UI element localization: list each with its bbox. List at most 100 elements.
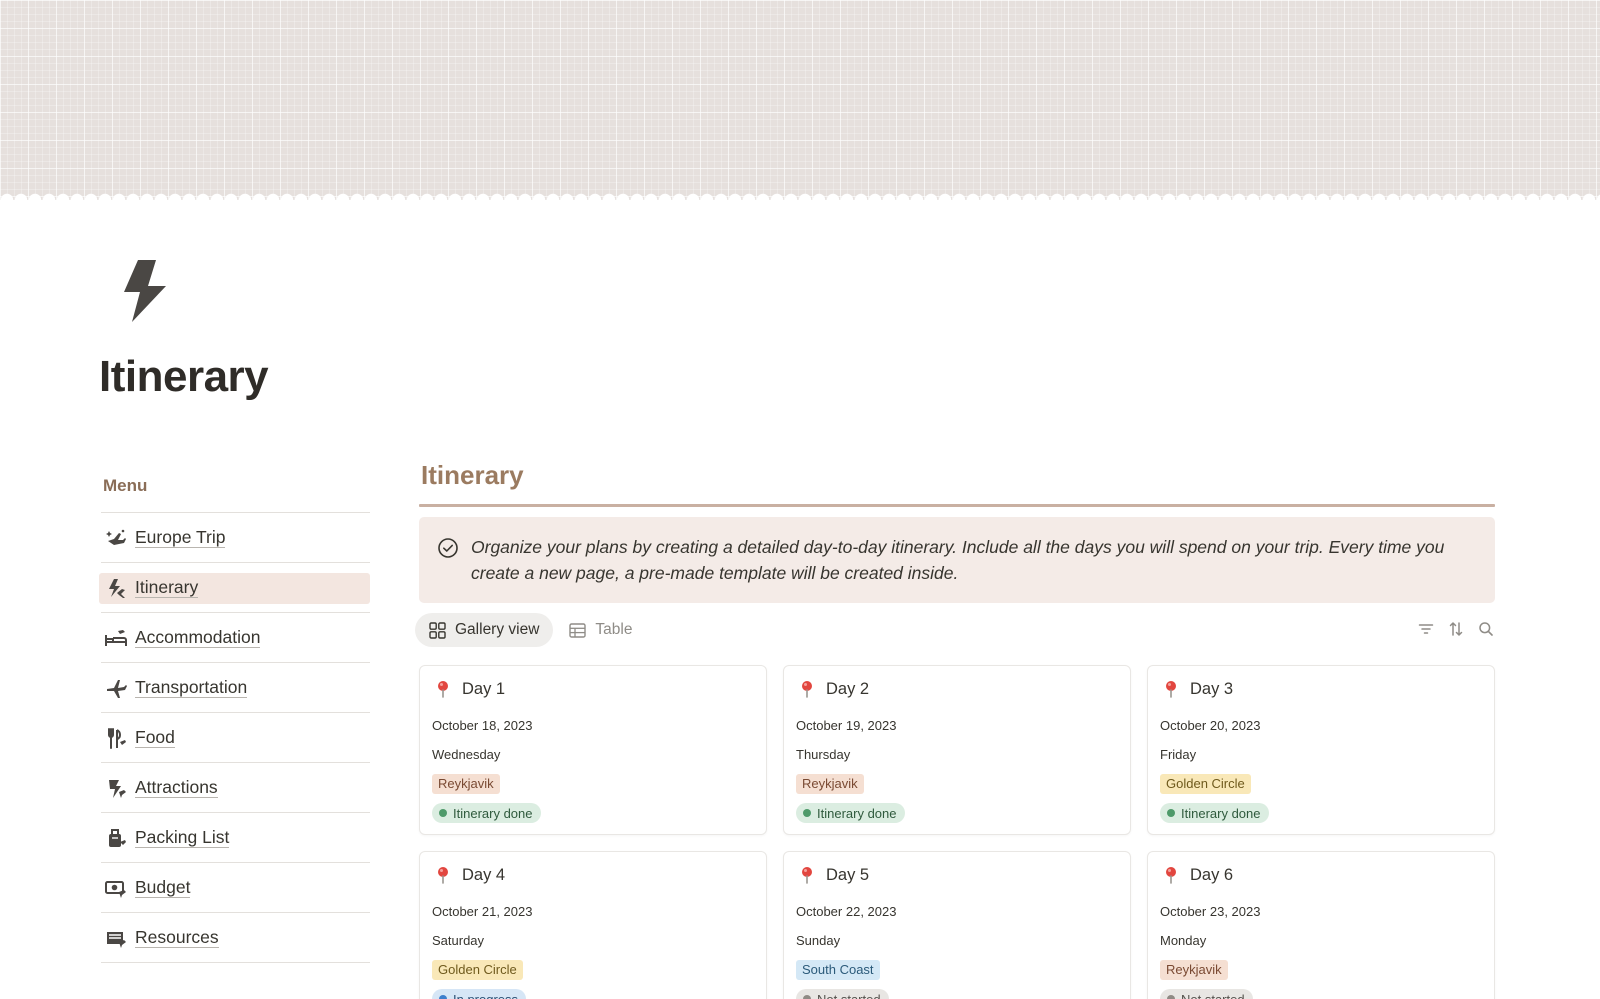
inbox-icon — [107, 931, 126, 948]
location-tag: Reykjavik — [796, 774, 864, 794]
pin-icon — [802, 681, 812, 698]
sidebar-item-food[interactable]: Food — [101, 713, 370, 763]
gallery-icon — [429, 621, 446, 639]
card-title: Day 1 — [462, 679, 506, 698]
status-label: In progress — [453, 991, 519, 999]
status-badge: Not started — [796, 989, 889, 999]
lightning-bolt-icon[interactable] — [110, 258, 176, 328]
card-date: October 21, 2023 — [432, 904, 533, 919]
card-weekday: Monday — [1160, 933, 1207, 948]
status-badge: Itinerary done — [796, 803, 905, 823]
gallery-card[interactable]: Day 2 October 19, 2023 Thursday Reykjavik It… — [783, 665, 1131, 835]
lightning-plane-icon — [109, 578, 125, 598]
card-date: October 18, 2023 — [432, 718, 533, 733]
sidebar-item-label: Resources — [135, 927, 219, 948]
sidebar-item-label: Food — [135, 727, 175, 748]
status-badge: Not started — [1160, 989, 1253, 999]
gallery-card[interactable]: Day 4 October 21, 2023 Saturday Golden Circ… — [419, 851, 767, 999]
card-header: Day 3 — [1160, 666, 1482, 710]
callout: Organize your plans by creating a detail… — [419, 517, 1495, 603]
status-dot — [803, 995, 811, 999]
sidebar-item-itinerary[interactable]: Itinerary — [99, 563, 370, 613]
section-divider — [419, 504, 1495, 507]
card-header: Day 6 — [1160, 852, 1482, 896]
sidebar-item-budget[interactable]: Budget — [101, 863, 370, 913]
sidebar-item-label: Attractions — [135, 777, 218, 798]
location-tag: Reykjavik — [432, 774, 500, 794]
cover-image — [0, 0, 1600, 200]
card-header: Day 2 — [796, 666, 1118, 710]
pin-icon — [1166, 867, 1176, 884]
sidebar-item-resources[interactable]: Resources — [101, 913, 370, 963]
card-title: Day 2 — [826, 679, 870, 698]
gallery: Day 1 October 18, 2023 Wednesday Reykjavik I… — [419, 665, 1495, 999]
menu-list: Europe Trip Itinerary Accommodation Transpo… — [99, 512, 370, 963]
location-tag: South Coast — [796, 960, 880, 980]
sidebar-menu: Menu Europe Trip Itinerary Accommodation Tr… — [99, 476, 370, 963]
view-bar: Gallery view Table — [415, 611, 1495, 649]
card-header: Day 4 — [432, 852, 754, 896]
sidebar-item-transportation[interactable]: Transportation — [101, 663, 370, 713]
sidebar-item-attractions[interactable]: Attractions — [101, 763, 370, 813]
status-label: Not started — [1181, 991, 1245, 999]
gallery-card[interactable]: Day 6 October 23, 2023 Monday Reykjavik Not … — [1147, 851, 1495, 999]
bed-plane-icon — [105, 629, 127, 646]
card-date: October 20, 2023 — [1160, 718, 1261, 733]
callout-text: Organize your plans by creating a detail… — [471, 537, 1445, 583]
sidebar-item-packing-list[interactable]: Packing List — [101, 813, 370, 863]
location-tag: Golden Circle — [1160, 774, 1251, 794]
status-label: Not started — [817, 991, 881, 999]
card-date: October 19, 2023 — [796, 718, 897, 733]
tab-gallery-view[interactable]: Gallery view — [415, 613, 554, 647]
status-dot — [1167, 809, 1175, 817]
search-icon[interactable] — [1477, 620, 1495, 638]
status-dot — [803, 809, 811, 817]
card-weekday: Friday — [1160, 747, 1197, 762]
sidebar-item-label: Budget — [135, 877, 191, 898]
card-weekday: Thursday — [796, 747, 851, 762]
money-icon — [105, 880, 126, 898]
gallery-card[interactable]: Day 3 October 20, 2023 Friday Golden Circle… — [1147, 665, 1495, 835]
sidebar-item-europe-trip[interactable]: Europe Trip — [101, 513, 370, 563]
cover-scalloped-edge — [0, 188, 1600, 202]
tab-gallery-view-label: Gallery view — [455, 621, 540, 638]
pin-icon — [802, 867, 812, 884]
card-weekday: Sunday — [796, 933, 841, 948]
view-tools — [1417, 620, 1495, 638]
page-title: Itinerary — [99, 352, 269, 401]
status-badge: In progress — [432, 989, 527, 999]
section-title: Itinerary — [421, 460, 524, 490]
sidebar-item-label: Transportation — [135, 677, 248, 698]
card-weekday: Saturday — [432, 933, 485, 948]
card-header: Day 1 — [432, 666, 754, 710]
card-header: Day 5 — [796, 852, 1118, 896]
status-dot — [439, 995, 447, 999]
card-title: Day 5 — [826, 865, 870, 884]
plane-icon — [107, 679, 127, 698]
sidebar-item-label: Packing List — [135, 827, 230, 848]
filter-icon[interactable] — [1417, 620, 1435, 638]
card-title: Day 4 — [462, 865, 506, 884]
card-date: October 22, 2023 — [796, 904, 897, 919]
sidebar-item-label: Accommodation — [135, 627, 261, 648]
status-dot — [1167, 995, 1175, 999]
sidebar-item-label: Itinerary — [135, 577, 199, 598]
gallery-card[interactable]: Day 5 October 22, 2023 Sunday South Coast No… — [783, 851, 1131, 999]
main-content: Itinerary Organize your plans by creatin… — [415, 460, 1495, 999]
location-tag: Reykjavik — [1160, 960, 1228, 980]
sidebar-item-label: Europe Trip — [135, 527, 226, 548]
gallery-card[interactable]: Day 1 October 18, 2023 Wednesday Reykjavik I… — [419, 665, 767, 835]
pin-icon — [1166, 681, 1176, 698]
tab-table-label: Table — [595, 621, 633, 638]
pin-icon — [438, 867, 448, 884]
status-label: Itinerary done — [817, 805, 897, 821]
status-label: Itinerary done — [1181, 805, 1261, 821]
tab-table[interactable]: Table — [555, 613, 646, 647]
card-title: Day 3 — [1190, 679, 1234, 698]
sidebar-item-accommodation[interactable]: Accommodation — [101, 613, 370, 663]
status-badge: Itinerary done — [1160, 803, 1269, 823]
fork-knife-icon — [108, 727, 126, 749]
sort-icon[interactable] — [1447, 620, 1465, 638]
pin-icon — [438, 681, 448, 698]
menu-heading: Menu — [103, 476, 148, 495]
